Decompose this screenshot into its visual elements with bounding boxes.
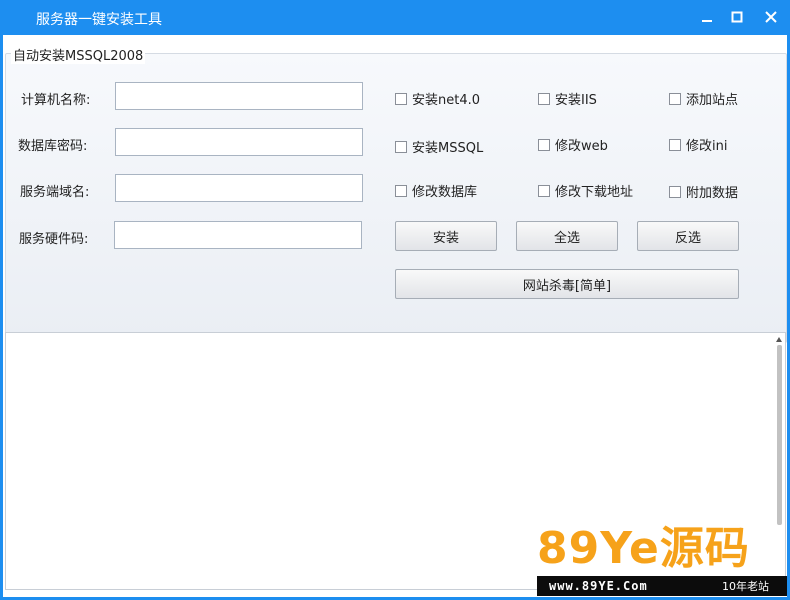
checkbox-modify-ini[interactable]: 修改ini xyxy=(669,135,727,154)
scrollbar-thumb[interactable] xyxy=(777,345,782,525)
checkbox-add-site[interactable]: 添加站点 xyxy=(669,89,738,108)
checkbox-label: 附加数据 xyxy=(686,186,739,201)
watermark-url: www.89YE.Com xyxy=(549,579,648,593)
maximize-button[interactable] xyxy=(725,6,749,28)
checkbox-install-iis[interactable]: 安装IIS xyxy=(538,89,597,108)
close-button[interactable] xyxy=(759,6,783,28)
server-domain-input[interactable] xyxy=(115,174,363,202)
checkbox-icon xyxy=(538,184,550,197)
checkbox-icon xyxy=(669,92,681,105)
checkbox-modify-web[interactable]: 修改web xyxy=(538,135,608,154)
checkbox-icon xyxy=(395,184,407,197)
checkbox-label: 安装MSSQL xyxy=(412,141,484,156)
hardware-code-input[interactable] xyxy=(114,221,362,249)
db-password-input[interactable] xyxy=(115,128,363,156)
checkbox-label: 安装net4.0 xyxy=(412,93,481,108)
minimize-button[interactable] xyxy=(695,6,719,28)
watermark-tagline: 10年老站 xyxy=(722,580,769,593)
install-button[interactable]: 安装 xyxy=(395,221,497,251)
checkbox-modify-database[interactable]: 修改数据库 xyxy=(395,181,477,200)
app-window: 服务器一键安装工具 自动安装MSSQL2008 计算机名称: 数据库密码: 服务… xyxy=(0,0,790,600)
checkbox-icon xyxy=(538,138,550,151)
close-icon xyxy=(765,11,777,23)
checkbox-label: 添加站点 xyxy=(686,93,739,108)
checkbox-label: 修改数据库 xyxy=(412,185,478,200)
db-password-label: 数据库密码: xyxy=(18,139,88,154)
watermark-brand: 89Ye源码 xyxy=(537,523,750,574)
hardware-code-label: 服务硬件码: xyxy=(19,232,89,247)
maximize-icon xyxy=(731,11,743,23)
checkbox-icon xyxy=(395,140,407,153)
client-area: 自动安装MSSQL2008 计算机名称: 数据库密码: 服务端域名: 服务硬件码… xyxy=(3,35,787,597)
invert-selection-button[interactable]: 反选 xyxy=(637,221,739,251)
checkbox-label: 安装IIS xyxy=(555,93,597,108)
checkbox-icon xyxy=(395,92,407,105)
checkbox-icon xyxy=(669,138,681,151)
server-domain-label: 服务端域名: xyxy=(20,185,90,200)
computer-name-input[interactable] xyxy=(115,82,363,110)
checkbox-label: 修改web xyxy=(555,139,608,154)
select-all-button[interactable]: 全选 xyxy=(516,221,618,251)
antivirus-button[interactable]: 网站杀毒[简单] xyxy=(395,269,739,299)
checkbox-install-mssql[interactable]: 安装MSSQL xyxy=(395,137,483,156)
checkbox-install-net4[interactable]: 安装net4.0 xyxy=(395,89,480,108)
window-title: 服务器一键安装工具 xyxy=(36,12,162,28)
watermark-bar: www.89YE.Com 10年老站 xyxy=(537,576,787,596)
minimize-icon xyxy=(702,20,712,22)
watermark: 89Ye源码 www.89YE.Com 10年老站 xyxy=(537,525,787,597)
title-bar[interactable]: 服务器一键安装工具 xyxy=(0,0,790,35)
checkbox-label: 修改ini xyxy=(686,139,728,154)
computer-name-label: 计算机名称: xyxy=(21,93,91,108)
group-legend: 自动安装MSSQL2008 xyxy=(11,45,146,64)
checkbox-modify-download-url[interactable]: 修改下载地址 xyxy=(538,181,633,200)
checkbox-icon xyxy=(669,185,681,198)
checkbox-attach-data[interactable]: 附加数据 xyxy=(669,182,738,201)
scroll-up-icon[interactable] xyxy=(776,337,782,342)
checkbox-label: 修改下载地址 xyxy=(555,185,634,200)
checkbox-icon xyxy=(538,92,550,105)
